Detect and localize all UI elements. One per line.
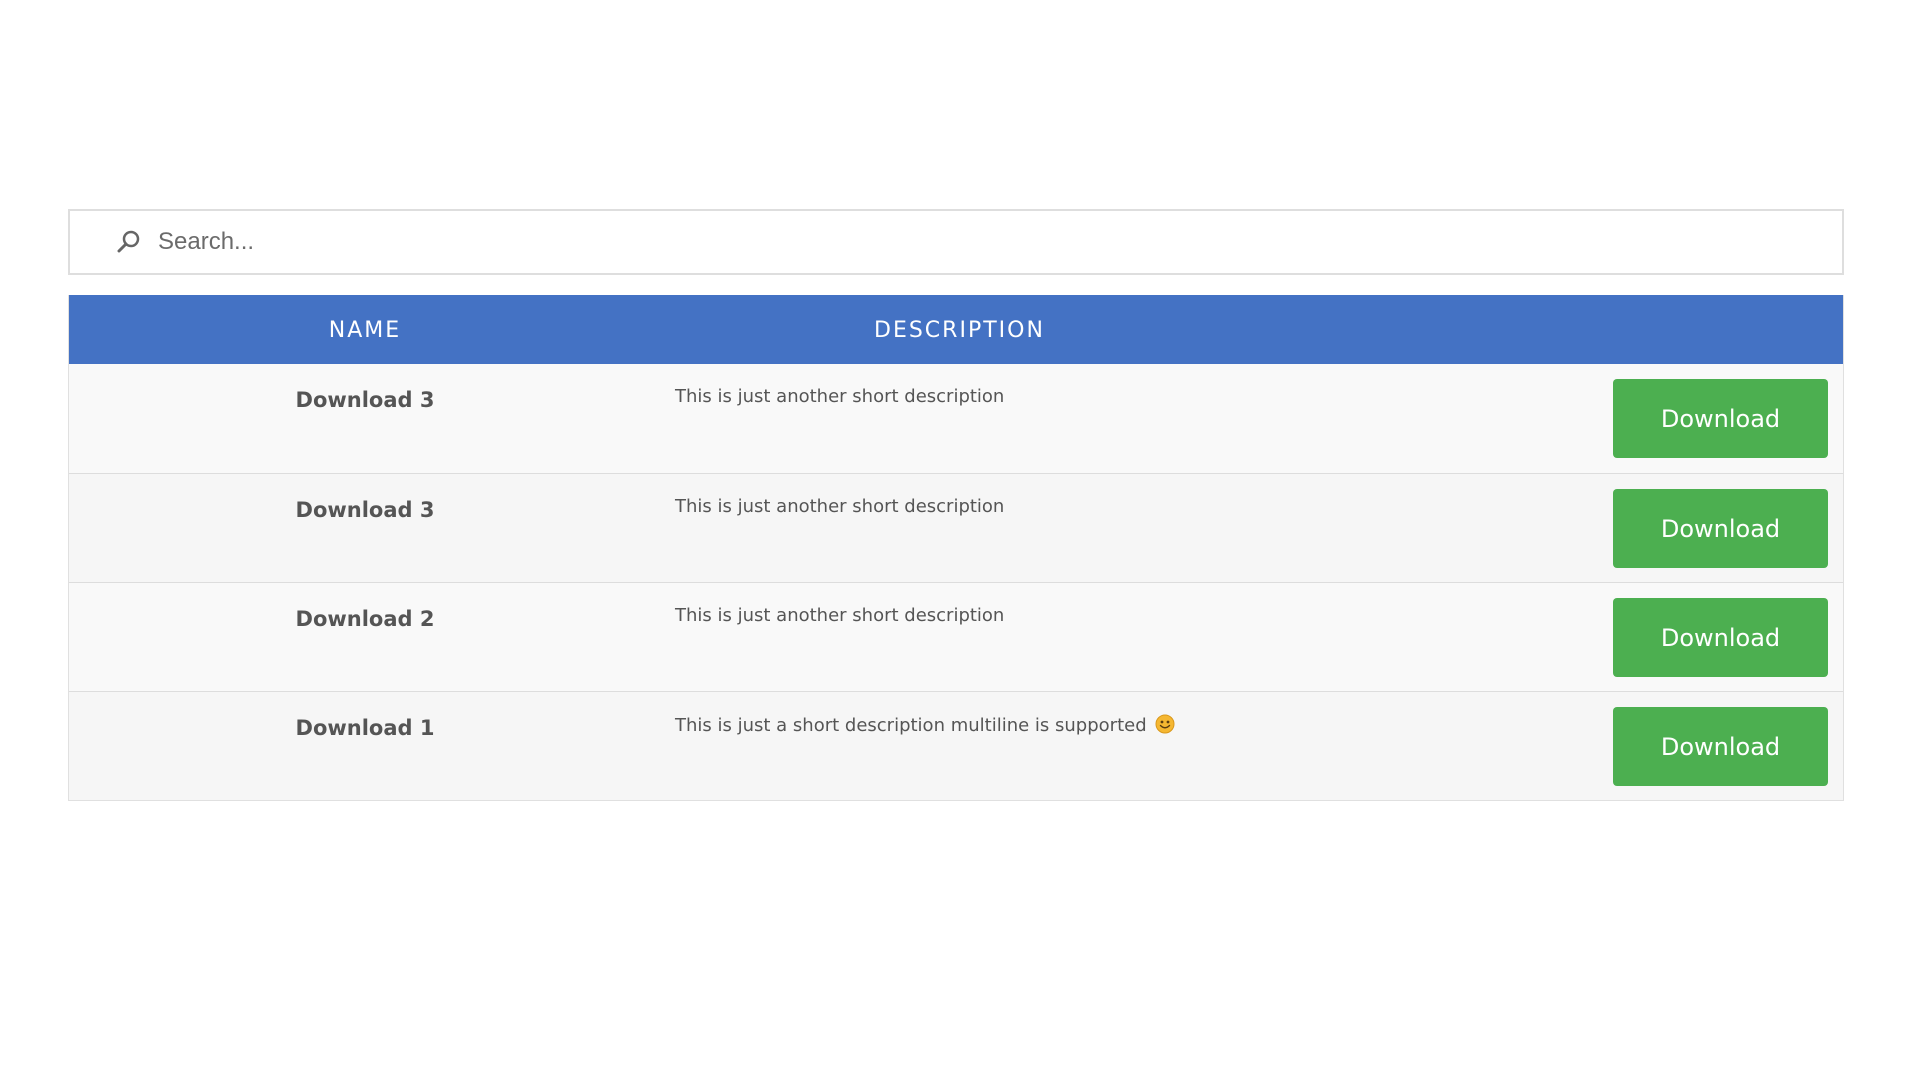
download-name: Download 1 — [295, 716, 435, 740]
table-row: Download 3 This is just another short de… — [69, 364, 1843, 473]
download-description: This is just a short description multili… — [675, 715, 1147, 736]
download-name: Download 3 — [295, 388, 435, 412]
download-name: Download 3 — [295, 498, 435, 522]
smiley-icon — [1155, 714, 1175, 734]
search-input[interactable] — [158, 228, 1758, 256]
downloads-panel: NAME DESCRIPTION Download 3 This is just… — [68, 209, 1844, 801]
search-box[interactable] — [68, 209, 1844, 275]
downloads-table: NAME DESCRIPTION Download 3 This is just… — [68, 295, 1844, 801]
column-header-name: NAME — [328, 318, 402, 343]
download-button[interactable]: Download — [1613, 489, 1828, 568]
table-body: Download 3 This is just another short de… — [69, 364, 1843, 800]
table-row: Download 2 This is just another short de… — [69, 582, 1843, 691]
download-description: This is just another short description — [675, 605, 1005, 626]
table-row: Download 3 This is just another short de… — [69, 473, 1843, 582]
search-icon — [117, 230, 140, 253]
column-header-description: DESCRIPTION — [874, 318, 1045, 343]
table-row: Download 1 This is just a short descript… — [69, 691, 1843, 800]
download-button[interactable]: Download — [1613, 598, 1828, 677]
download-name: Download 2 — [295, 607, 435, 631]
table-header: NAME DESCRIPTION — [69, 295, 1843, 364]
download-button[interactable]: Download — [1613, 379, 1828, 458]
download-button[interactable]: Download — [1613, 707, 1828, 786]
download-description: This is just another short description — [675, 496, 1005, 517]
download-description-row: This is just a short description multili… — [675, 714, 1175, 736]
download-description: This is just another short description — [675, 386, 1005, 407]
